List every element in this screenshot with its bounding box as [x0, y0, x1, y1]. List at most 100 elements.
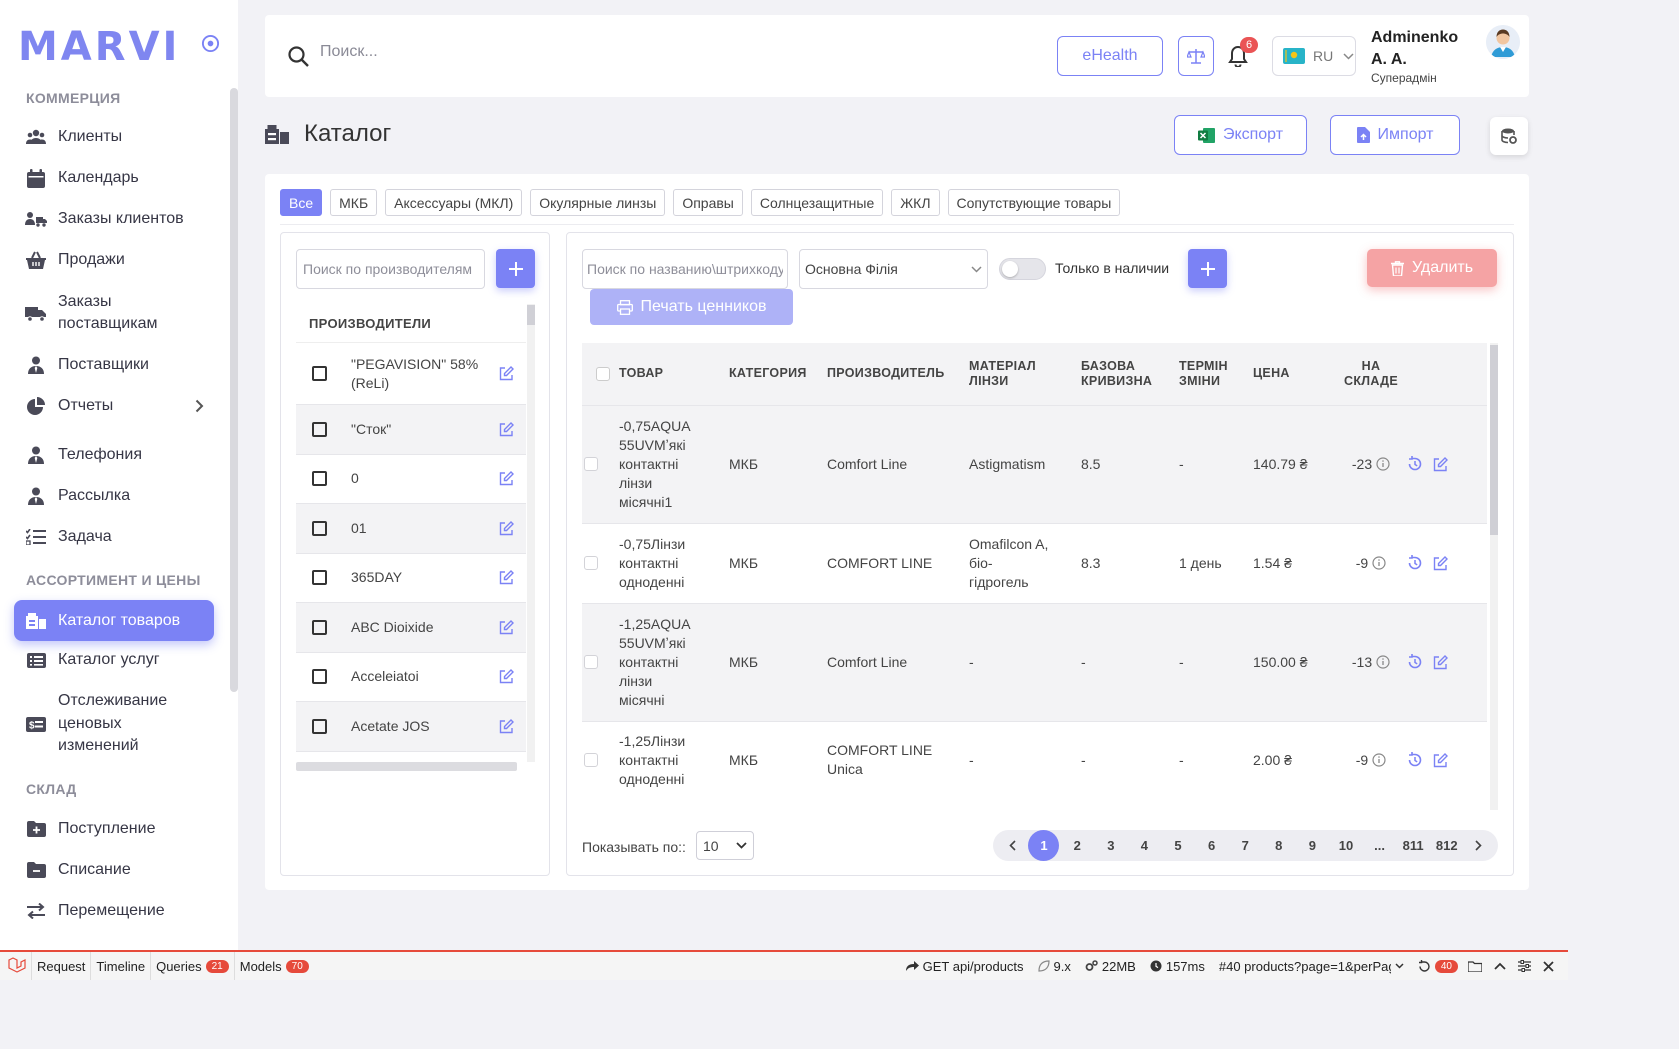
- sidebar-item-price-tracking[interactable]: $ Отслеживание ценовых изменений: [14, 690, 214, 758]
- debug-history[interactable]: 40: [1418, 959, 1458, 973]
- column-header-product[interactable]: ТОВАР: [619, 343, 729, 405]
- laravel-logo-icon[interactable]: [0, 952, 32, 980]
- history-icon[interactable]: [1407, 555, 1423, 571]
- edit-icon[interactable]: [499, 520, 514, 536]
- page-button[interactable]: 9: [1296, 830, 1330, 861]
- manufacturer-list-h-scrollbar[interactable]: [296, 762, 517, 771]
- sidebar-item-receipts[interactable]: Поступление: [14, 818, 214, 840]
- database-settings-button[interactable]: [1490, 117, 1528, 155]
- debug-route[interactable]: GET api/products: [905, 959, 1024, 974]
- history-icon[interactable]: [1407, 456, 1423, 472]
- list-item[interactable]: Acetate JOS: [296, 702, 526, 752]
- column-header-category[interactable]: КАТЕГОРИЯ: [729, 343, 827, 405]
- tab-related-goods[interactable]: Сопутствующие товары: [947, 189, 1121, 216]
- print-price-tags-button[interactable]: Печать ценников: [590, 289, 793, 325]
- tab-zhkl[interactable]: ЖКЛ: [891, 189, 940, 216]
- scrollbar-thumb[interactable]: [527, 305, 535, 325]
- checkbox[interactable]: [312, 718, 327, 734]
- page-button[interactable]: 811: [1396, 830, 1430, 861]
- search-input[interactable]: [320, 43, 820, 61]
- edit-icon[interactable]: [499, 619, 514, 635]
- tab-spectacle-lenses[interactable]: Окулярные линзы: [530, 189, 666, 216]
- edit-icon[interactable]: [1433, 456, 1448, 472]
- sidebar-item-clients[interactable]: Клиенты: [14, 126, 214, 148]
- sidebar-item-writeoff[interactable]: Списание: [14, 859, 214, 881]
- user-name[interactable]: Adminenko A. A.: [1371, 27, 1471, 71]
- in-stock-toggle[interactable]: [999, 258, 1046, 280]
- prev-page-button[interactable]: [997, 830, 1027, 861]
- list-item[interactable]: "Сток": [296, 405, 526, 455]
- column-header-manufacturer[interactable]: ПРОИЗВОДИТЕЛЬ: [827, 343, 969, 405]
- edit-icon[interactable]: [499, 421, 514, 437]
- checkbox[interactable]: [312, 570, 327, 586]
- page-button[interactable]: 812: [1430, 830, 1464, 861]
- edit-icon[interactable]: [499, 718, 514, 734]
- sidebar-item-sales[interactable]: Продажи: [14, 249, 214, 271]
- page-button[interactable]: 5: [1161, 830, 1195, 861]
- page-button[interactable]: 7: [1228, 830, 1262, 861]
- export-button[interactable]: Экспорт: [1174, 115, 1307, 155]
- row-checkbox[interactable]: [584, 655, 598, 669]
- delete-button[interactable]: Удалить: [1367, 249, 1497, 287]
- next-page-button[interactable]: [1464, 830, 1494, 861]
- debug-tab-queries[interactable]: Queries 21: [151, 952, 235, 980]
- avatar[interactable]: [1486, 25, 1520, 59]
- sidebar-item-product-catalog[interactable]: Каталог товаров: [14, 600, 214, 641]
- debug-tab-request[interactable]: Request: [32, 952, 92, 980]
- page-button[interactable]: 4: [1128, 830, 1162, 861]
- info-icon[interactable]: [1376, 457, 1390, 471]
- sidebar-scrollbar[interactable]: [230, 88, 238, 692]
- checkbox[interactable]: [312, 619, 327, 635]
- table-row[interactable]: -1,25AQUA 55UVMʼякі контактні лінзи місячні М…: [582, 602, 1487, 721]
- edit-icon[interactable]: [499, 570, 514, 585]
- info-icon[interactable]: [1372, 753, 1386, 767]
- edit-icon[interactable]: [499, 669, 514, 684]
- sidebar-item-transfer[interactable]: Перемещение: [14, 900, 214, 922]
- sidebar-item-suppliers[interactable]: Поставщики: [14, 354, 214, 376]
- list-item[interactable]: "PEGAVISION" 58% (ReLi): [296, 343, 526, 405]
- table-row[interactable]: -0,75AQUA 55UVMʼякі контактні лінзи місячні1…: [582, 404, 1487, 523]
- select-all-checkbox[interactable]: [596, 366, 610, 381]
- list-item[interactable]: 365DAY: [296, 553, 526, 603]
- list-item[interactable]: ABC Dioixide: [296, 603, 526, 653]
- sidebar-item-supplier-orders[interactable]: Заказы поставщикам: [14, 290, 214, 336]
- per-page-select[interactable]: 10: [696, 831, 754, 860]
- table-row[interactable]: -0,75Лінзи контактні одноденні МКБ COMFORT L…: [582, 522, 1487, 603]
- chevron-up-icon[interactable]: [1494, 962, 1506, 970]
- page-button[interactable]: 6: [1195, 830, 1229, 861]
- import-button[interactable]: Импорт: [1330, 115, 1460, 155]
- page-button[interactable]: 3: [1094, 830, 1128, 861]
- sidebar-item-calendar[interactable]: Календарь: [14, 167, 214, 189]
- debug-request-select[interactable]: #40 products?page=1&perPage: [1219, 959, 1404, 974]
- edit-icon[interactable]: [1433, 654, 1448, 670]
- list-item[interactable]: 0: [296, 454, 526, 504]
- edit-icon[interactable]: [499, 471, 514, 486]
- history-icon[interactable]: [1407, 752, 1423, 768]
- sidebar-item-tasks[interactable]: Задача: [14, 526, 214, 548]
- list-item[interactable]: 01: [296, 504, 526, 554]
- row-checkbox[interactable]: [584, 753, 598, 768]
- scale-button[interactable]: [1178, 36, 1214, 76]
- add-manufacturer-button[interactable]: [496, 249, 535, 288]
- checkbox[interactable]: [312, 366, 327, 381]
- ehealth-button[interactable]: eHealth: [1057, 36, 1163, 76]
- product-search-input[interactable]: [582, 249, 788, 289]
- scrollbar-thumb[interactable]: [1490, 345, 1498, 535]
- sidebar-item-reports[interactable]: Отчеты: [14, 395, 214, 417]
- history-icon[interactable]: [1407, 654, 1423, 670]
- page-button[interactable]: 8: [1262, 830, 1296, 861]
- chevron-right-icon[interactable]: [195, 399, 204, 413]
- tab-sunglasses[interactable]: Солнцезащитные: [750, 189, 884, 216]
- checkbox[interactable]: [312, 669, 327, 685]
- sidebar-item-telephony[interactable]: Телефония: [14, 444, 214, 466]
- row-checkbox[interactable]: [584, 457, 598, 471]
- settings-sliders-icon[interactable]: [1518, 960, 1531, 972]
- tab-frames[interactable]: Оправы: [673, 189, 743, 216]
- language-select[interactable]: RU: [1272, 36, 1356, 76]
- sidebar-item-mailing[interactable]: Рассылка: [14, 485, 214, 507]
- close-icon[interactable]: [1543, 960, 1554, 972]
- page-button[interactable]: 10: [1329, 830, 1363, 861]
- edit-icon[interactable]: [1433, 752, 1448, 768]
- list-item[interactable]: Acceleiatoi: [296, 652, 526, 702]
- sidebar-item-client-orders[interactable]: Заказы клиентов: [14, 208, 214, 230]
